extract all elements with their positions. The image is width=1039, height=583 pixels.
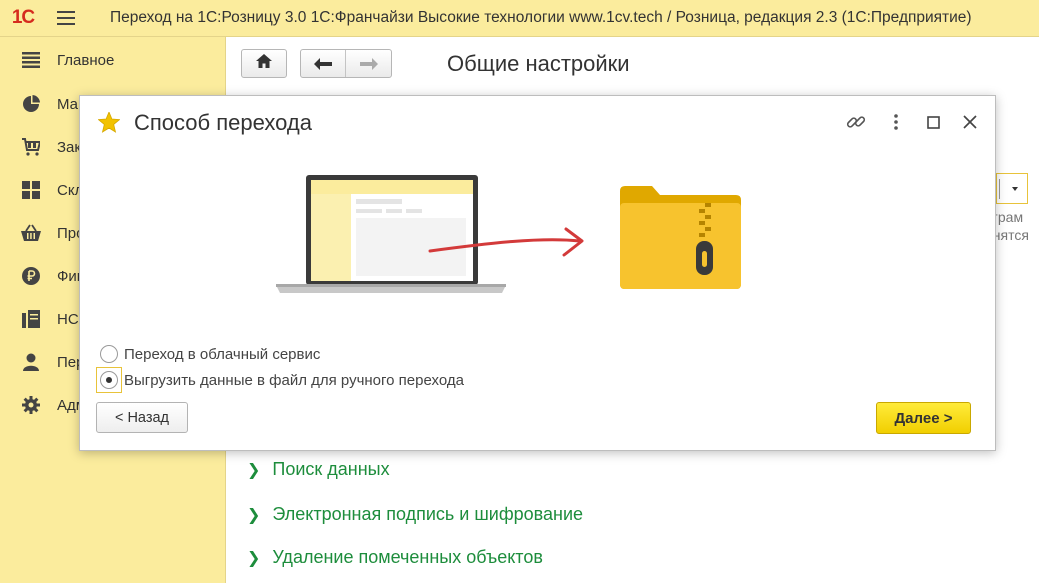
documents-icon — [20, 308, 42, 330]
window-title: Переход на 1С:Розницу 3.0 1С:Франчайзи В… — [110, 9, 972, 26]
setting-select[interactable] — [996, 173, 1028, 204]
gear-icon — [20, 394, 42, 416]
cart-icon — [20, 136, 42, 158]
ruble-icon — [20, 265, 42, 287]
section-label: Поиск данных — [272, 459, 390, 479]
menu-lines-icon — [20, 49, 42, 71]
chevron-right-icon: ❯ — [247, 461, 261, 479]
page-title: Общие настройки — [447, 51, 630, 76]
link-icon[interactable] — [844, 110, 868, 134]
forward-nav-button[interactable] — [346, 50, 391, 77]
select-separator — [999, 179, 1000, 199]
section-label: Электронная подпись и шифрование — [272, 504, 584, 524]
burger-line — [57, 11, 75, 13]
warehouse-grid-icon — [20, 179, 42, 201]
maximize-icon[interactable] — [921, 110, 945, 134]
section-data-search[interactable]: ❯ Поиск данных — [247, 459, 390, 480]
more-vertical-icon[interactable] — [884, 110, 908, 134]
person-icon — [20, 351, 42, 373]
dialog-title: Способ перехода — [134, 110, 312, 135]
star-icon[interactable] — [97, 110, 121, 138]
sidebar-item-label: Ма — [57, 95, 79, 113]
arrow-right-icon — [359, 57, 378, 70]
history-nav — [300, 49, 392, 78]
main-menu-button[interactable] — [46, 0, 86, 37]
arrow-left-icon — [314, 57, 332, 70]
section-label: Удаление помеченных объектов — [272, 547, 543, 567]
chevron-right-icon: ❯ — [247, 549, 261, 567]
radio-export-file[interactable] — [100, 371, 118, 389]
radio-wrapper — [96, 367, 122, 393]
app-logo[interactable]: 1С — [0, 0, 46, 37]
burger-line — [57, 17, 75, 19]
sidebar-item-label: Зак — [57, 138, 81, 156]
radio-label: Переход в облачный сервис — [124, 345, 321, 363]
section-digital-signature[interactable]: ❯ Электронная подпись и шифрование — [247, 504, 583, 525]
option-export-file[interactable]: Выгрузить данные в файл для ручного пере… — [96, 367, 464, 393]
back-button[interactable]: < Назад — [96, 402, 188, 433]
chevron-down-icon — [1012, 187, 1018, 191]
section-delete-marked[interactable]: ❯ Удаление помеченных объектов — [247, 547, 543, 568]
option-cloud-service[interactable]: Переход в облачный сервис — [96, 341, 320, 367]
title-bar: 1С Переход на 1С:Розницу 3.0 1С:Франчайз… — [0, 0, 1039, 37]
sidebar-item-label: Главное — [57, 51, 115, 69]
back-nav-button[interactable] — [301, 50, 346, 77]
sidebar-item-label: НС — [57, 310, 79, 328]
burger-line — [57, 23, 75, 25]
next-button[interactable]: Далее > — [876, 402, 971, 434]
pie-chart-icon — [20, 93, 42, 115]
radio-wrapper — [96, 341, 122, 367]
chevron-right-icon: ❯ — [247, 506, 261, 524]
close-icon[interactable] — [958, 110, 982, 134]
home-button[interactable] — [241, 49, 287, 78]
laptop-icon — [276, 175, 506, 293]
sidebar-item-main[interactable]: Главное — [0, 45, 226, 75]
app-logo-text: 1С — [11, 7, 35, 28]
basket-icon — [20, 222, 42, 244]
export-illustration — [276, 175, 741, 293]
transition-method-dialog: Способ перехода Переход в облачный серви… — [79, 95, 996, 451]
radio-label: Выгрузить данные в файл для ручного пере… — [124, 371, 464, 389]
zip-folder-icon — [620, 186, 741, 289]
radio-cloud-service[interactable] — [100, 345, 118, 363]
home-icon — [256, 54, 272, 73]
